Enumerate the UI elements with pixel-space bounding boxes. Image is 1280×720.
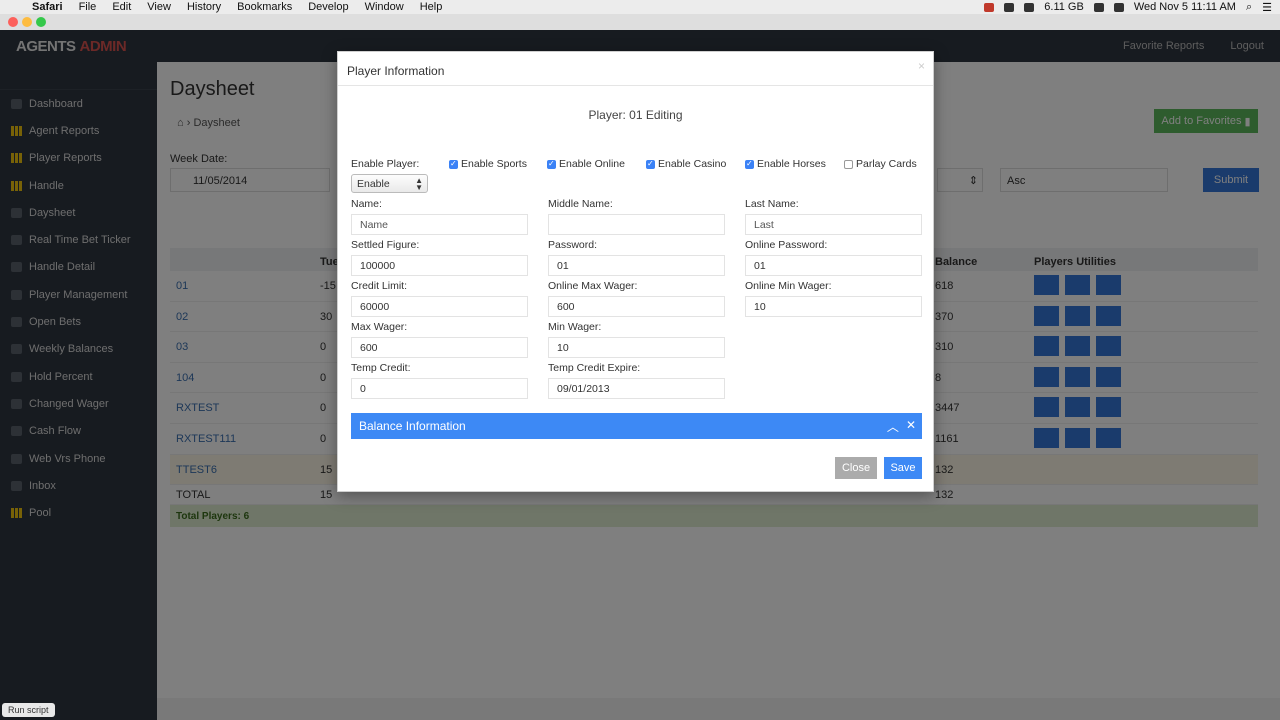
temp-credit-expire-label: Temp Credit Expire: (548, 362, 641, 374)
temp-credit-label: Temp Credit: (351, 362, 411, 374)
checkbox-checked-icon (547, 159, 556, 169)
editing-heading: Player: 01 Editing (588, 108, 683, 122)
volume-icon[interactable] (1113, 2, 1124, 12)
display-icon[interactable] (1024, 2, 1035, 12)
password-label: Password: (548, 239, 598, 251)
menu-file[interactable]: File (79, 1, 97, 13)
checkbox-label: Enable Casino (658, 158, 727, 170)
temp-credit-input[interactable] (351, 378, 528, 399)
settled-figure-input[interactable] (351, 255, 528, 276)
os-menubar: Safari File Edit View History Bookmarks … (0, 0, 1280, 14)
menu-develop[interactable]: Develop (308, 1, 348, 13)
window-zoom-icon[interactable] (36, 17, 46, 27)
max-wager-input[interactable] (351, 337, 528, 358)
menu-window[interactable]: Window (365, 1, 404, 13)
settled-figure-label: Settled Figure: (351, 239, 420, 251)
modal-close-icon[interactable]: × (918, 59, 925, 73)
online-min-wager-label: Online Min Wager: (745, 280, 832, 292)
enable-player-label: Enable Player: (351, 158, 420, 170)
menu-help[interactable]: Help (420, 1, 443, 13)
enable-online-checkbox[interactable]: Enable Online (547, 158, 625, 170)
spotlight-icon[interactable]: ⌕ (1246, 1, 1252, 14)
middle-name-input[interactable] (548, 214, 725, 235)
memory-readout[interactable]: 6.11 GB (1044, 1, 1084, 13)
menubar-clock[interactable]: Wed Nov 5 11:11 AM (1134, 1, 1236, 13)
menu-bookmarks[interactable]: Bookmarks (237, 1, 292, 13)
status-bar: Run script (2, 703, 55, 717)
modal-header: Player Information × (338, 52, 933, 86)
close-button[interactable]: Close (835, 457, 877, 479)
checkbox-checked-icon (449, 159, 458, 169)
window-minimize-icon[interactable] (22, 17, 32, 27)
window-titlebar (0, 14, 1280, 30)
enable-player-value: Enable (357, 178, 390, 190)
credit-limit-label: Credit Limit: (351, 280, 408, 292)
online-password-input[interactable] (745, 255, 922, 276)
parlay-cards-checkbox[interactable]: Parlay Cards (844, 158, 917, 170)
middle-name-label: Middle Name: (548, 198, 613, 210)
record-icon[interactable] (984, 2, 995, 12)
dropbox-icon[interactable] (1004, 2, 1015, 12)
panel-controls: ︿ ✕ (887, 418, 916, 435)
checkbox-checked-icon (646, 159, 655, 169)
menubar-tray: 6.11 GB Wed Nov 5 11:11 AM ⌕ ☰ (984, 1, 1272, 14)
wifi-icon[interactable] (1093, 2, 1104, 12)
checkbox-unchecked-icon (844, 159, 853, 169)
player-info-modal: Player Information × Player: 01 Editing … (337, 51, 934, 492)
enable-horses-checkbox[interactable]: Enable Horses (745, 158, 826, 170)
balance-panel-title: Balance Information (359, 419, 466, 433)
enable-casino-checkbox[interactable]: Enable Casino (646, 158, 726, 170)
notification-icon[interactable]: ☰ (1262, 1, 1272, 14)
menu-app[interactable]: Safari (32, 1, 63, 13)
chevron-up-icon[interactable]: ︿ (887, 418, 899, 435)
save-button[interactable]: Save (884, 457, 922, 479)
last-name-input[interactable] (745, 214, 922, 235)
enable-player-select[interactable]: Enable ▲ ▼ (351, 174, 428, 193)
min-wager-input[interactable] (548, 337, 725, 358)
password-input[interactable] (548, 255, 725, 276)
balance-information-panel[interactable]: Balance Information ︿ ✕ (351, 413, 922, 439)
select-arrows-icon: ▲ ▼ (415, 176, 423, 192)
checkbox-checked-icon (745, 159, 754, 169)
name-label: Name: (351, 198, 382, 210)
window-close-icon[interactable] (8, 17, 18, 27)
menu-edit[interactable]: Edit (112, 1, 131, 13)
credit-limit-input[interactable] (351, 296, 528, 317)
online-min-wager-input[interactable] (745, 296, 922, 317)
close-icon[interactable]: ✕ (906, 418, 916, 435)
checkbox-label: Parlay Cards (856, 158, 917, 170)
checkbox-label: Enable Sports (461, 158, 527, 170)
checkbox-label: Enable Online (559, 158, 625, 170)
status-text: Run script (8, 705, 49, 715)
temp-credit-expire-input[interactable] (548, 378, 725, 399)
name-input[interactable] (351, 214, 528, 235)
enable-sports-checkbox[interactable]: Enable Sports (449, 158, 527, 170)
online-password-label: Online Password: (745, 239, 828, 251)
modal-title: Player Information (347, 64, 445, 78)
last-name-label: Last Name: (745, 198, 799, 210)
online-max-wager-label: Online Max Wager: (548, 280, 638, 292)
max-wager-label: Max Wager: (351, 321, 408, 333)
online-max-wager-input[interactable] (548, 296, 725, 317)
min-wager-label: Min Wager: (548, 321, 602, 333)
menu-view[interactable]: View (147, 1, 171, 13)
menu-history[interactable]: History (187, 1, 221, 13)
checkbox-label: Enable Horses (757, 158, 826, 170)
